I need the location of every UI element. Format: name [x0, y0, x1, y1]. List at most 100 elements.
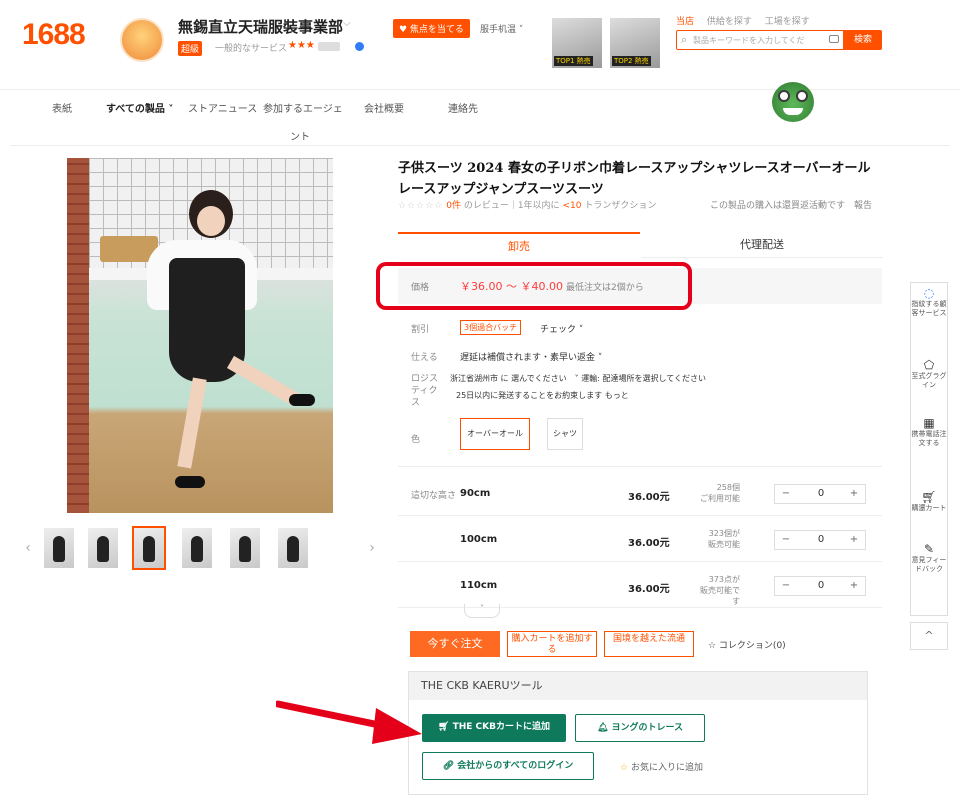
follow-button[interactable]: ♥ 焦点を当てる	[393, 19, 470, 38]
plus-button[interactable]: +	[843, 577, 865, 595]
ckb-frog-icon[interactable]	[772, 82, 814, 122]
product-title: 子供スーツ 2024 春女の子リボン巾着レースアップシャツレースオーバーオールレ…	[398, 161, 871, 197]
site-logo[interactable]: 1688	[22, 18, 86, 52]
quantity-input[interactable]: 0	[797, 577, 845, 595]
thumbnail[interactable]	[278, 528, 308, 568]
top-product-thumb-1[interactable]: TOP1 熱売	[552, 18, 602, 68]
expand-sizes-icon[interactable]: ˅	[464, 604, 500, 618]
chevron-down-icon[interactable]: ⌵	[343, 18, 351, 29]
ckb-trace-button[interactable]: 🔔︎ ヨングのトレース	[575, 714, 705, 742]
shop-menu[interactable]: 服手机温 ˅	[480, 22, 523, 35]
nav-company[interactable]: 会社概要	[364, 100, 404, 115]
tab-wholesale[interactable]: 卸売	[398, 232, 640, 258]
shop-badge: 超級	[178, 41, 203, 56]
nav-contact[interactable]: 連絡先	[448, 100, 478, 115]
review-count[interactable]: 0件	[446, 201, 461, 211]
ckb-favorite-button[interactable]: ☆ お気に入りに追加	[620, 760, 703, 773]
side-mobile-order[interactable]: ▦ 携帯電話注文する	[911, 417, 947, 448]
plus-button[interactable]: +	[843, 485, 865, 503]
cross-border-button[interactable]: 国境を越えた流通	[604, 631, 694, 657]
ckb-login-label: 会社からのすべてのログイン	[457, 761, 574, 771]
discount-badge: 3個過合バッチ	[460, 320, 522, 335]
discount-check[interactable]: チェック ˅	[540, 322, 583, 335]
rating-line: ☆☆☆☆☆ 0件 のレビュー｜1年以内に <10 トランザクション	[398, 198, 656, 211]
shop-rating-bar	[318, 42, 340, 51]
quantity-input[interactable]: 0	[797, 531, 845, 549]
nav-wrap-text[interactable]: ント	[290, 128, 310, 143]
search-tab-factory[interactable]: 工場を探す	[765, 17, 810, 27]
quantity-stepper[interactable]: − 0 +	[774, 576, 866, 596]
size-row: 100cm 36.00元 323個が 販売可能 − 0 +	[398, 516, 882, 562]
bell-icon: 🔔︎	[596, 723, 612, 733]
color-option-shirt[interactable]: シャツ	[547, 418, 583, 450]
thumbnail-selected[interactable]	[132, 526, 166, 570]
size-price: 36.00元	[628, 492, 670, 503]
nav-all-products[interactable]: すべての製品 ˅	[106, 100, 173, 115]
tab-dropship[interactable]: 代理配送	[641, 232, 883, 258]
quantity-stepper[interactable]: − 0 +	[774, 484, 866, 504]
top-product-thumb-2[interactable]: TOP2 熱売	[610, 18, 660, 68]
top-rank-badge: TOP1 熱売	[554, 56, 593, 66]
annotation-arrow-icon	[276, 700, 422, 744]
size-name: 100cm	[460, 534, 498, 545]
chat-icon: ◌	[923, 286, 935, 300]
order-now-button[interactable]: 今すぐ注文	[410, 631, 500, 657]
logistics-ship: 25日以内に発送することをお約束します もっと	[456, 391, 629, 400]
side-customer-service[interactable]: ◌ 指紋する顧客サービス	[911, 286, 947, 318]
search-input[interactable]: ⌕ 製品キーワードを入力してくだ	[676, 30, 844, 50]
thumbnail[interactable]	[230, 528, 260, 568]
main-product-image[interactable]	[67, 158, 333, 513]
side-plugin[interactable]: ⬠ 至式グラグイン	[911, 358, 947, 390]
back-to-top-icon[interactable]: ^	[910, 622, 948, 650]
report-text[interactable]: この製品の購入は還買返活動です 報告	[710, 198, 872, 211]
logistics-from[interactable]: 浙江省湖州市 に 選んでください ˅ 運輸: 配達場所を選択してください	[450, 373, 706, 384]
search-icon: ⌕	[681, 33, 688, 46]
minus-button[interactable]: −	[775, 531, 797, 549]
nav-store-news[interactable]: ストアニュース	[188, 100, 257, 115]
side-item-label: 携帯電話注文する	[911, 430, 947, 447]
thumbnail[interactable]	[88, 528, 118, 568]
thumb-next-icon[interactable]: ›	[366, 528, 378, 568]
collection-button[interactable]: ☆ コレクション(0)	[708, 638, 786, 651]
size-price: 36.00元	[628, 538, 670, 549]
plus-button[interactable]: +	[843, 531, 865, 549]
ckb-login-button[interactable]: 🔗︎ 会社からのすべてのログイン	[422, 752, 594, 780]
cart-icon: 🛒︎	[438, 722, 453, 732]
size-stock-text: ご利用可能	[700, 494, 740, 503]
minus-button[interactable]: −	[775, 485, 797, 503]
nav-join-agent[interactable]: 参加するエージェ	[263, 100, 343, 115]
search-tab-supply[interactable]: 供給を探す	[707, 17, 752, 27]
discount-label: 割引	[411, 325, 430, 335]
side-cart[interactable]: 🛒︎ 購還カート	[911, 491, 947, 513]
thumb-prev-icon[interactable]: ‹	[22, 528, 34, 568]
search-tab-shop[interactable]: 当店	[676, 17, 694, 27]
thumbnail[interactable]	[44, 528, 74, 568]
size-stock-count: 258個	[716, 483, 740, 492]
transaction-text: トランザクション	[584, 201, 657, 211]
thumbnail-figure	[143, 536, 155, 562]
camera-icon[interactable]	[829, 35, 839, 43]
nav-home[interactable]: 表紙	[52, 100, 72, 115]
divider	[0, 89, 960, 90]
guarantee-text[interactable]: 遅延は補償されます・素早い返金 ˅	[460, 350, 602, 363]
search-button[interactable]: 検索	[844, 30, 882, 50]
image-brick-wall	[67, 158, 89, 513]
size-stock-text: 販売可能です	[700, 586, 740, 606]
ckb-add-cart-button[interactable]: 🛒︎ THE CKBカートに追加	[422, 714, 566, 742]
size-stock-count: 323個が	[708, 529, 740, 538]
frog-eye	[778, 90, 790, 102]
quantity-input[interactable]: 0	[797, 485, 845, 503]
shop-name[interactable]: 無錫直立天瑞服裝事業部	[178, 16, 343, 37]
quantity-stepper[interactable]: − 0 +	[774, 530, 866, 550]
add-cart-button[interactable]: 購入カートを追加する	[507, 631, 597, 657]
image-shoe	[289, 394, 315, 406]
puzzle-icon: ⬠	[923, 358, 935, 372]
search-placeholder: 製品キーワードを入力してくだ	[693, 36, 805, 45]
minus-button[interactable]: −	[775, 577, 797, 595]
size-stock-count: 373点が	[708, 575, 740, 584]
side-feedback[interactable]: ✎ 意見フィードバック	[911, 543, 947, 574]
shop-avatar[interactable]	[120, 18, 164, 62]
side-item-label: 意見フィードバック	[911, 556, 947, 573]
color-option-overall[interactable]: オーバーオール	[460, 418, 530, 450]
thumbnail[interactable]	[182, 528, 212, 568]
